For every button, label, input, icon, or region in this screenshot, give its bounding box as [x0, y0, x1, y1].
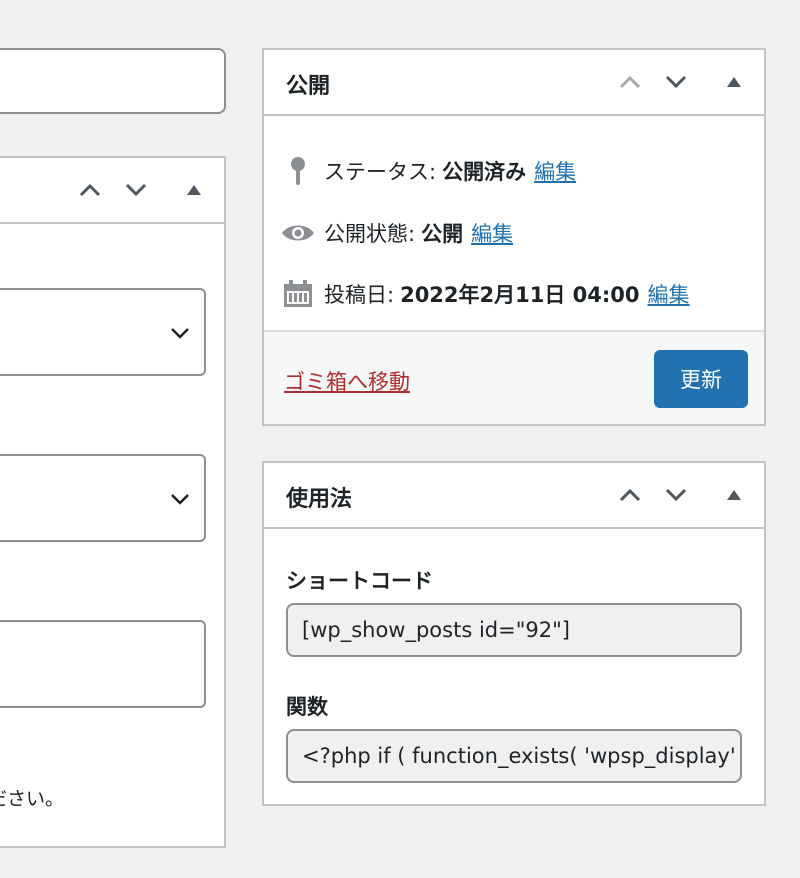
chevron-up-icon [619, 75, 641, 89]
status-label: ステータス: [324, 160, 437, 184]
usage-panel: 使用法 ショートコード [wp_show_posts id="92"] 関数 <… [262, 461, 766, 806]
visibility-row: 公開状態: 公開 編集 [280, 218, 513, 248]
chevron-up-icon [619, 488, 641, 502]
toggle-panel-button[interactable] [718, 479, 750, 511]
select-field-2[interactable] [0, 454, 206, 542]
title-input[interactable] [0, 48, 226, 114]
trash-link[interactable]: ゴミ箱へ移動 [284, 366, 410, 396]
date-row: 投稿日: 2022年2月11日 04:00 編集 [280, 279, 690, 309]
chevron-down-icon [665, 488, 687, 502]
move-up-button[interactable] [614, 64, 646, 100]
publish-panel-header: 公開 [264, 50, 764, 116]
status-edit-link[interactable]: 編集 [534, 156, 576, 186]
chevron-down-icon [665, 75, 687, 89]
toggle-panel-button[interactable] [178, 174, 210, 206]
eye-icon [280, 222, 316, 244]
move-up-button[interactable] [74, 172, 106, 208]
date-value: 2022年2月11日 04:00 [400, 283, 640, 307]
move-up-button[interactable] [614, 477, 646, 513]
select-field-1[interactable] [0, 288, 206, 376]
visibility-value: 公開 [421, 222, 464, 246]
publish-panel: 公開 ステータス: 公開済み 編集 公開状態: 公開 編集 投稿日: 2022年… [262, 48, 766, 426]
visibility-label: 公開状態: [324, 222, 416, 246]
chevron-down-icon [171, 494, 189, 505]
publish-panel-title: 公開 [286, 74, 331, 99]
left-panel-header [0, 158, 224, 224]
move-down-button[interactable] [660, 64, 692, 100]
function-label: 関数 [286, 695, 328, 719]
shortcode-field[interactable]: [wp_show_posts id="92"] [286, 603, 742, 657]
toggle-panel-button[interactable] [718, 66, 750, 98]
move-down-button[interactable] [660, 477, 692, 513]
move-down-button[interactable] [120, 172, 152, 208]
help-text: ださい。 [0, 788, 65, 810]
usage-panel-header: 使用法 [264, 463, 764, 529]
calendar-icon [280, 280, 316, 308]
status-value: 公開済み [442, 160, 527, 184]
date-edit-link[interactable]: 編集 [648, 279, 690, 309]
update-button[interactable]: 更新 [654, 350, 748, 408]
text-field-3[interactable] [0, 620, 206, 708]
usage-panel-title: 使用法 [286, 487, 353, 512]
chevron-down-icon [125, 183, 147, 197]
visibility-edit-link[interactable]: 編集 [471, 218, 513, 248]
chevron-down-icon [171, 328, 189, 339]
pin-icon [280, 156, 316, 186]
triangle-up-icon [727, 490, 741, 500]
publish-actions: ゴミ箱へ移動 更新 [264, 330, 764, 424]
date-label: 投稿日: [324, 283, 395, 307]
left-settings-panel: ださい。 [0, 156, 226, 848]
triangle-up-icon [727, 77, 741, 87]
status-row: ステータス: 公開済み 編集 [280, 156, 576, 186]
chevron-up-icon [79, 183, 101, 197]
function-field[interactable]: <?php if ( function_exists( 'wpsp_displa… [286, 729, 742, 783]
triangle-up-icon [187, 185, 201, 195]
shortcode-label: ショートコード [286, 569, 433, 593]
